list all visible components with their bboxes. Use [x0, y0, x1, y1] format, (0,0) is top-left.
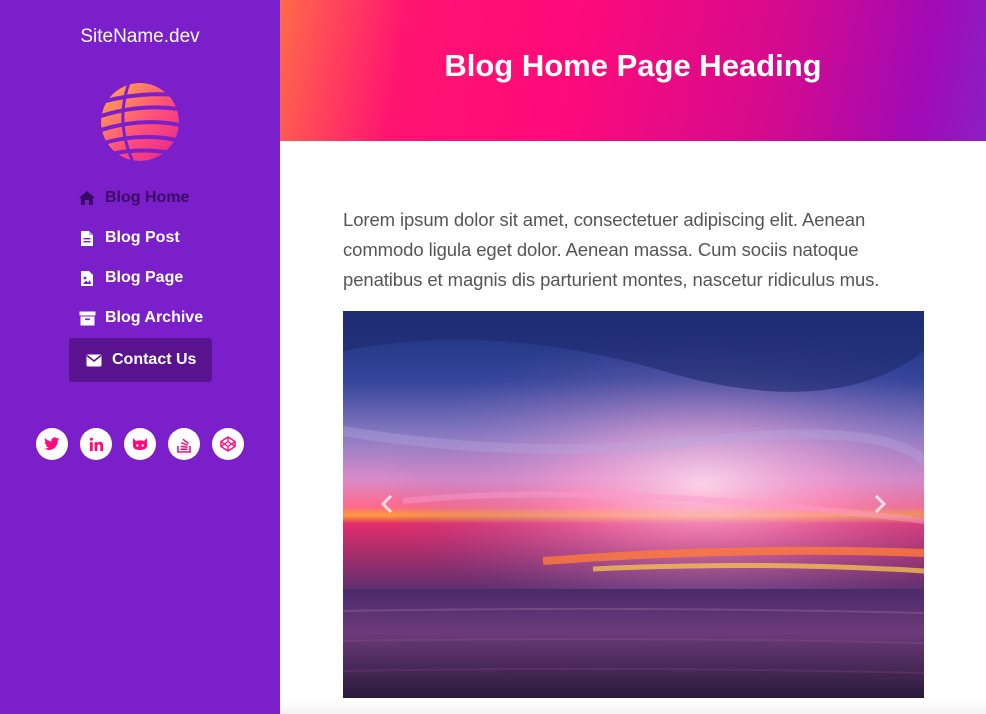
sidebar-item-label: Blog Home: [105, 189, 190, 206]
codepen-link[interactable]: [212, 428, 244, 460]
social-links: [36, 428, 244, 460]
sidebar: SiteName.dev Blog Home Blog Post Blog Pa…: [0, 0, 280, 714]
carousel-next-button[interactable]: [865, 489, 895, 519]
stackoverflow-link[interactable]: [168, 428, 200, 460]
footer-shadow: [280, 700, 986, 714]
twitter-link[interactable]: [36, 428, 68, 460]
page-title: Blog Home Page Heading: [444, 48, 822, 83]
sidebar-item-label: Blog Post: [105, 229, 180, 246]
sidebar-item-contact-us[interactable]: Contact Us: [69, 338, 213, 382]
linkedin-link[interactable]: [80, 428, 112, 460]
github-link[interactable]: [124, 428, 156, 460]
file-icon: [78, 229, 96, 247]
sidebar-item-blog-page[interactable]: Blog Page: [78, 258, 183, 298]
lead-paragraph: Lorem ipsum dolor sit amet, consectetuer…: [343, 209, 880, 290]
github-icon: [132, 438, 148, 450]
twitter-icon: [44, 437, 60, 450]
carousel-prev-button[interactable]: [372, 489, 402, 519]
sidebar-item-label: Blog Archive: [105, 309, 204, 326]
site-name[interactable]: SiteName.dev: [0, 26, 280, 48]
main-content: Lorem ipsum dolor sit amet, consectetuer…: [343, 205, 924, 295]
sidebar-item-blog-archive[interactable]: Blog Archive: [78, 298, 203, 338]
file-image-icon: [78, 269, 96, 287]
envelope-icon: [85, 351, 103, 369]
sunset-over-sea-photo: [343, 311, 924, 698]
linkedin-icon: [89, 437, 103, 451]
codepen-icon: [220, 436, 236, 452]
sidebar-item-blog-home[interactable]: Blog Home: [78, 178, 189, 218]
image-carousel[interactable]: [343, 311, 924, 698]
chevron-left-icon: [380, 494, 393, 514]
logo-globe-icon: [101, 83, 179, 161]
stackoverflow-icon: [176, 438, 191, 453]
chevron-right-icon: [874, 494, 887, 514]
page-header: Blog Home Page Heading: [280, 0, 986, 141]
archive-icon: [78, 309, 96, 327]
sidebar-item-label: Contact Us: [112, 351, 197, 368]
sidebar-item-label: Blog Page: [105, 269, 184, 286]
home-icon: [78, 189, 96, 207]
sidebar-item-blog-post[interactable]: Blog Post: [78, 218, 180, 258]
